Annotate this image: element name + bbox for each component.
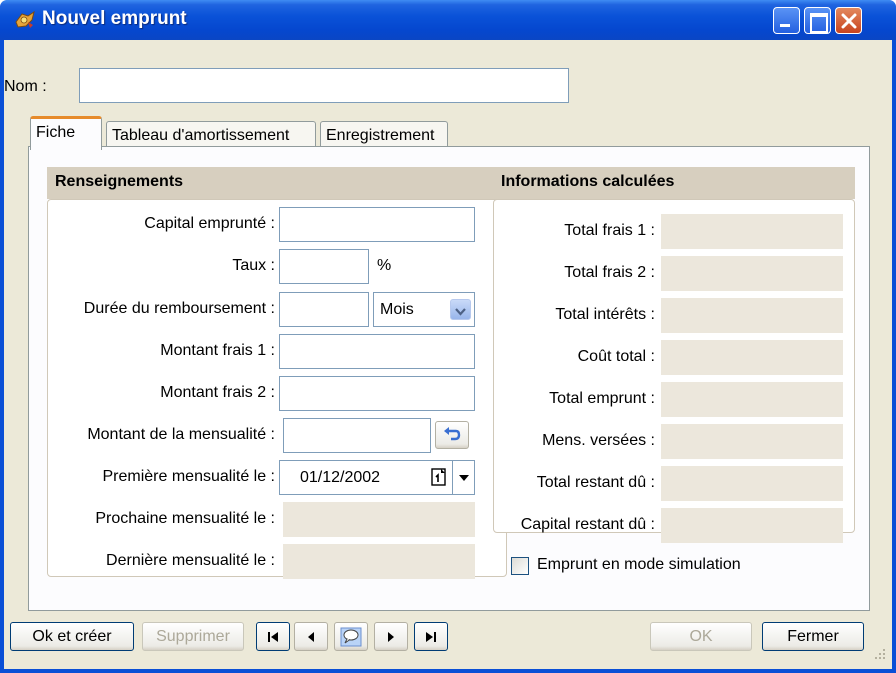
duree-unit-dropdown-button[interactable] [450, 299, 471, 320]
fermer-button[interactable]: Fermer [762, 622, 864, 651]
close-button[interactable] [835, 7, 862, 34]
window-frame: Nouvel emprunt Nom : Fiche Tableau d'amo… [0, 0, 896, 673]
speech-bubble-icon [340, 627, 362, 647]
window-title: Nouvel emprunt [42, 8, 187, 29]
mensualite-input[interactable] [283, 418, 431, 453]
total-restant-value [661, 466, 843, 501]
total-frais2-value [661, 256, 843, 291]
title-bar[interactable]: Nouvel emprunt [0, 0, 896, 40]
nom-input[interactable] [79, 68, 569, 103]
total-emprunt-value [661, 382, 843, 417]
frais2-label: Montant frais 2 : [160, 384, 275, 401]
mens-versees-value [661, 424, 843, 459]
frais1-input[interactable] [279, 334, 475, 369]
chevron-down-icon [459, 475, 469, 481]
first-record-icon [268, 632, 278, 642]
next-record-button[interactable] [374, 622, 408, 651]
taux-input[interactable] [279, 249, 369, 284]
taux-unit: % [377, 257, 392, 274]
informations-header: Informations calculées [493, 167, 855, 199]
tab-fiche[interactable]: Fiche [30, 116, 102, 150]
undo-arrow-icon [444, 427, 461, 441]
premiere-date-value: 01/12/2002 [300, 469, 381, 486]
duree-unit-select[interactable]: Mois [373, 292, 475, 327]
derniere-label: Dernière mensualité le : [106, 552, 275, 569]
cout-total-value [661, 340, 843, 375]
chevron-down-icon [455, 308, 466, 316]
loan-app-icon [15, 10, 35, 28]
ok-button[interactable]: OK [650, 622, 752, 651]
ok-creer-button[interactable]: Ok et créer [10, 622, 134, 651]
capital-restant-label: Capital restant dû : [520, 516, 655, 533]
mensualite-label: Montant de la mensualité : [87, 426, 275, 443]
next-record-icon [388, 632, 394, 642]
simulation-checkbox[interactable] [511, 557, 529, 575]
total-frais1-value [661, 214, 843, 249]
total-emprunt-label: Total emprunt : [549, 390, 655, 407]
simulation-label: Emprunt en mode simulation [537, 556, 741, 573]
last-record-button[interactable] [414, 622, 448, 651]
renseignements-header: Renseignements [47, 167, 507, 199]
date-dropdown-button[interactable] [452, 461, 474, 494]
previous-record-icon [308, 632, 314, 642]
previous-record-button[interactable] [294, 622, 328, 651]
duree-unit-value: Mois [380, 301, 414, 318]
capital-restant-value [661, 508, 843, 543]
mens-versees-label: Mens. versées : [542, 432, 655, 449]
calendar-icon [431, 468, 446, 486]
duree-input[interactable] [279, 292, 369, 327]
maximize-button[interactable] [804, 7, 831, 34]
total-frais1-label: Total frais 1 : [564, 222, 655, 239]
premiere-label: Première mensualité le : [102, 468, 275, 485]
total-interets-label: Total intérêts : [555, 306, 655, 323]
calculate-mensualite-button[interactable] [435, 421, 469, 449]
total-frais2-label: Total frais 2 : [564, 264, 655, 281]
cout-total-label: Coût total : [577, 348, 655, 365]
tab-panel-fiche: Renseignements Capital emprunté : Taux :… [28, 146, 870, 611]
frais2-input[interactable] [279, 376, 475, 411]
supprimer-button[interactable]: Supprimer [142, 622, 244, 651]
prochaine-label: Prochaine mensualité le : [95, 510, 275, 527]
taux-label: Taux : [232, 257, 275, 274]
capital-input[interactable] [279, 207, 475, 242]
list-records-button[interactable] [334, 622, 368, 651]
calendar-button[interactable] [428, 466, 450, 488]
prochaine-value [283, 502, 475, 537]
dialog-client-area: Nom : Fiche Tableau d'amortissement Enre… [4, 40, 892, 669]
first-record-button[interactable] [256, 622, 290, 651]
derniere-value [283, 544, 475, 579]
frais1-label: Montant frais 1 : [160, 342, 275, 359]
total-restant-label: Total restant dû : [536, 474, 655, 491]
premiere-date-input[interactable]: 01/12/2002 [279, 460, 475, 495]
close-icon [841, 13, 857, 29]
resize-grip-icon[interactable] [870, 646, 888, 664]
minimize-button[interactable] [773, 7, 800, 34]
nom-label: Nom : [4, 78, 47, 95]
capital-label: Capital emprunté : [144, 215, 275, 232]
duree-label: Durée du remboursement : [83, 300, 275, 317]
last-record-icon [426, 632, 436, 642]
total-interets-value [661, 298, 843, 333]
